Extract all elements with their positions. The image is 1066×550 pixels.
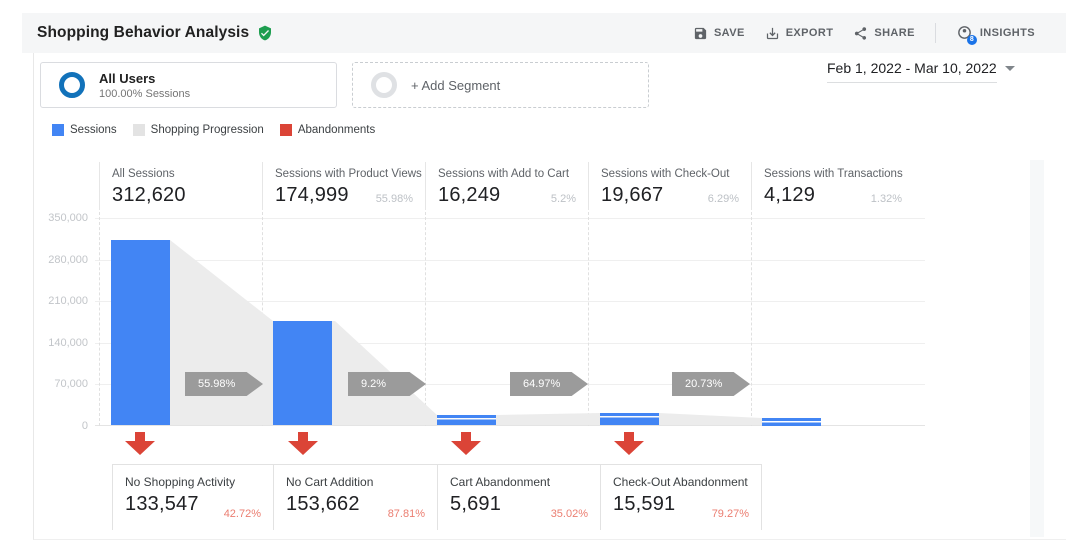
export-label: EXPORT [785, 27, 834, 39]
share-icon [855, 26, 867, 40]
legend-label: Sessions [70, 124, 117, 136]
step-header-transactions: Sessions with Transactions 4,129 1.32% [751, 162, 914, 212]
step-pct: 55.98% [375, 193, 413, 205]
shopping-behavior-page: Shopping Behavior Analysis SAVE EXPORT S… [0, 0, 1066, 550]
sessions-swatch-icon [52, 124, 64, 136]
abandonment-label: No Shopping Activity [125, 475, 236, 489]
bar-product-views [273, 321, 332, 425]
y-tick: 0 [81, 419, 88, 432]
legend-label: Abandonments [297, 124, 376, 136]
abandonment-arrow-icon [614, 432, 644, 455]
save-label: SAVE [713, 27, 745, 39]
step-header-all-sessions: All Sessions 312,620 [99, 162, 262, 212]
abandonment-pct: 87.81% [387, 508, 425, 520]
report-header: Shopping Behavior Analysis SAVE EXPORT S… [22, 13, 1066, 53]
segment-detail: 100.00% Sessions [99, 87, 191, 100]
empty-segment-circle-icon [371, 72, 397, 98]
progression-arrow: 55.98% [185, 372, 263, 396]
y-tick: 280,000 [48, 253, 88, 266]
insights-badge: 8 [966, 35, 977, 45]
y-tick: 210,000 [48, 295, 88, 307]
step-label: Sessions with Product Views [275, 168, 422, 180]
save-button[interactable]: SAVE [693, 26, 745, 41]
step-value: 312,620 [112, 184, 186, 206]
abandonment-label: Check-Out Abandonment [613, 475, 748, 489]
abandonment-pct: 79.27% [711, 508, 749, 520]
step-pct: 5.2% [550, 193, 576, 205]
abandonment-pct: 42.72% [223, 508, 261, 520]
bar-add-to-cart [437, 415, 496, 425]
legend-item-progression: Shopping Progression [132, 124, 264, 136]
y-tick: 70,000 [54, 378, 88, 390]
toolbar-divider [934, 23, 936, 43]
progression-arrow: 64.97% [510, 372, 588, 396]
share-label: SHARE [874, 27, 915, 39]
progression-funnel-shape [170, 240, 762, 425]
step-label: Sessions with Transactions [764, 168, 903, 180]
abandonment-arrow-icon [288, 432, 318, 455]
share-button[interactable]: SHARE [853, 26, 915, 41]
progression-arrow: 20.73% [672, 372, 750, 396]
abandonment-label: No Cart Addition [286, 475, 374, 489]
progression-swatch-icon [132, 124, 145, 136]
page-title: Shopping Behavior Analysis [37, 24, 250, 41]
add-segment-button[interactable]: + Add Segment [352, 62, 649, 108]
y-tick: 140,000 [48, 336, 88, 349]
segment-text: All Users 100.00% Sessions [99, 71, 190, 100]
step-pct: 6.29% [707, 193, 739, 205]
save-icon [694, 27, 707, 39]
progression-arrow: 9.2% [348, 372, 426, 396]
date-range-text: Feb 1, 2022 - Mar 10, 2022 [827, 60, 997, 83]
download-icon [766, 27, 778, 39]
step-header-add-to-cart: Sessions with Add to Cart 16,249 5.2% [425, 162, 588, 212]
verified-shield-icon [259, 25, 272, 41]
step-label: Sessions with Add to Cart [438, 168, 570, 180]
insights-button[interactable]: 8 INSIGHTS [956, 24, 1035, 45]
bar-all-sessions [111, 240, 170, 425]
date-range-selector[interactable]: Feb 1, 2022 - Mar 10, 2022 [827, 60, 1015, 83]
chevron-down-icon [1005, 66, 1015, 71]
abandonment-card-no-cart: No Cart Addition 153,662 87.81% [273, 464, 437, 530]
step-label: All Sessions [112, 168, 175, 180]
title-wrap: Shopping Behavior Analysis [37, 24, 273, 42]
step-header-check-out: Sessions with Check-Out 19,667 6.29% [588, 162, 751, 212]
abandonment-card-cart: Cart Abandonment 5,691 35.02% [437, 464, 600, 530]
bar-transactions [762, 418, 821, 426]
step-header-product-views: Sessions with Product Views 174,999 55.9… [262, 162, 425, 212]
toolbar: SAVE EXPORT SHARE 8 INSIGHTS [693, 13, 1035, 53]
export-button[interactable]: EXPORT [765, 26, 834, 41]
gridline [95, 218, 925, 219]
bar-check-out [600, 413, 659, 425]
add-segment-label: + Add Segment [411, 77, 501, 93]
abandonments-swatch-icon [279, 124, 292, 136]
step-label: Sessions with Check-Out [601, 168, 730, 180]
abandonment-label: Cart Abandonment [450, 475, 551, 489]
legend-label: Shopping Progression [150, 124, 264, 136]
legend-item-abandonments: Abandonments [279, 124, 376, 136]
step-pct: 1.32% [870, 193, 902, 205]
chart-legend: Sessions Shopping Progression Abandonmen… [52, 124, 375, 136]
abandonment-card-check-out: Check-Out Abandonment 15,591 79.27% [600, 464, 762, 530]
legend-item-sessions: Sessions [52, 124, 117, 136]
insights-icon: 8 [956, 24, 977, 45]
y-tick: 350,000 [48, 212, 88, 224]
insights-label: INSIGHTS [979, 27, 1035, 39]
abandonment-arrow-icon [451, 432, 481, 455]
segment-all-users[interactable]: All Users 100.00% Sessions [40, 62, 337, 108]
abandonment-pct: 35.02% [550, 508, 588, 520]
segment-name: All Users [99, 70, 156, 86]
segment-circle-icon [59, 72, 85, 98]
scrollbar[interactable] [1030, 160, 1044, 537]
abandonment-card-no-shopping: No Shopping Activity 133,547 42.72% [112, 464, 273, 530]
abandonment-arrow-icon [125, 432, 155, 455]
